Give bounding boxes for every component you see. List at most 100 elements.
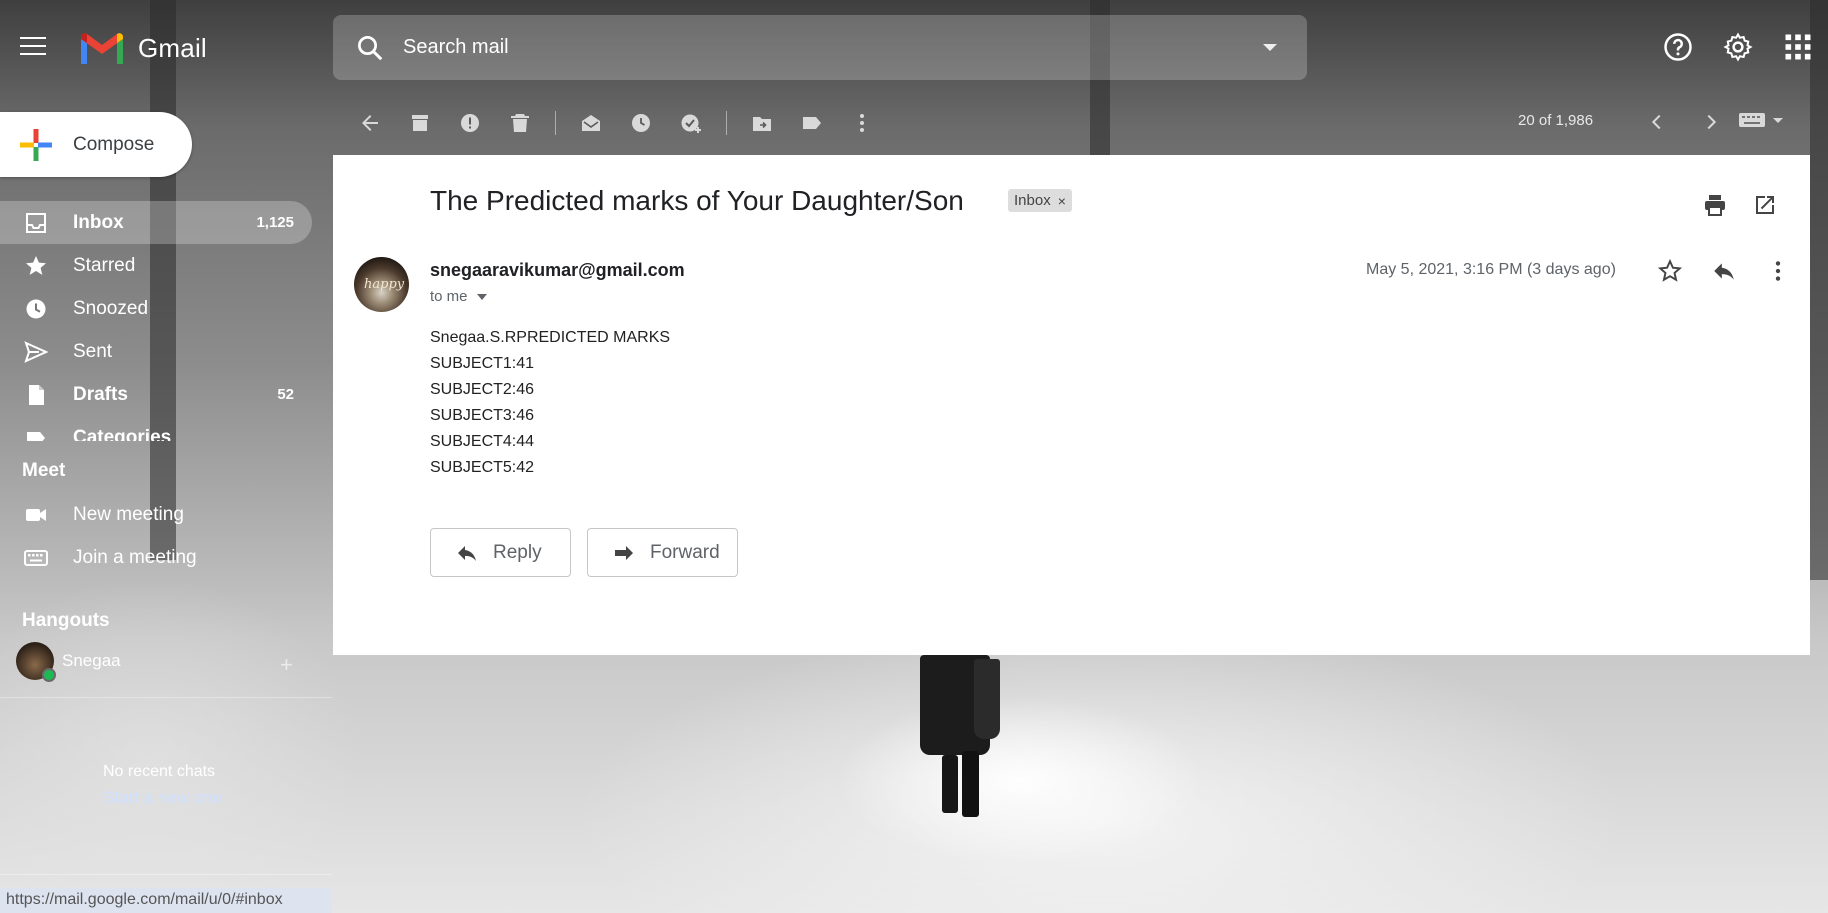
settings-button[interactable] <box>1708 24 1768 70</box>
message-body-line: SUBJECT4:44 <box>430 433 535 450</box>
reply-label: Reply <box>493 541 542 563</box>
no-recent-chats-text: No recent chats <box>103 763 216 780</box>
older-button[interactable] <box>1684 104 1738 140</box>
search-options-icon[interactable] <box>1263 44 1277 51</box>
sidebar-item-label: Categories <box>73 426 172 442</box>
input-tools-button[interactable] <box>1738 110 1784 130</box>
trash-icon <box>511 114 529 132</box>
sidebar-item-drafts[interactable]: Drafts 52 <box>0 373 312 416</box>
sidebar-item-snoozed[interactable]: Snoozed <box>0 287 312 330</box>
reply-icon <box>1714 263 1734 280</box>
chevron-down-icon <box>476 293 487 300</box>
search-input[interactable] <box>403 36 1263 59</box>
keyboard-icon <box>1739 113 1765 127</box>
report-spam-button[interactable] <box>445 105 495 141</box>
video-icon <box>26 508 46 521</box>
label-icon <box>803 117 821 129</box>
sidebar-folder-list: Inbox 1,125 Starred Snoozed Sent Drafts … <box>0 201 312 441</box>
new-conversation-button[interactable]: + <box>280 652 293 678</box>
meet-heading: Meet <box>22 460 66 481</box>
sidebar-item-label: Inbox <box>73 211 124 233</box>
message-body-line: SUBJECT1:41 <box>430 355 535 372</box>
sidebar-nav: Inbox 1,125 Starred Snoozed Sent Drafts … <box>0 201 312 441</box>
help-icon <box>1664 33 1692 61</box>
move-to-icon <box>753 117 771 131</box>
search-bar[interactable] <box>333 15 1307 80</box>
forward-label: Forward <box>650 541 720 563</box>
label-icon <box>27 431 45 441</box>
reply-button[interactable]: Reply <box>430 528 571 577</box>
open-in-new-window-button[interactable] <box>1740 189 1790 221</box>
message-body-line: SUBJECT2:46 <box>430 381 535 398</box>
toolbar-divider <box>726 111 727 135</box>
message-toolbar <box>345 105 887 141</box>
search-icon[interactable] <box>355 33 385 63</box>
delete-button[interactable] <box>495 105 545 141</box>
main-menu-icon[interactable] <box>20 37 46 57</box>
newer-button[interactable] <box>1630 104 1684 140</box>
compose-button[interactable]: Compose <box>0 112 192 177</box>
snooze-button[interactable] <box>616 105 666 141</box>
message-body-line: SUBJECT5:42 <box>430 459 535 476</box>
avatar-text: happy <box>364 277 405 292</box>
reply-icon-button[interactable] <box>1697 253 1751 289</box>
star-outline-icon <box>1657 258 1683 282</box>
mark-unread-button[interactable] <box>566 105 616 141</box>
sidebar-item-sent[interactable]: Sent <box>0 330 312 373</box>
sidebar-item-inbox[interactable]: Inbox 1,125 <box>0 201 312 244</box>
more-vert-icon <box>1775 261 1781 281</box>
start-new-chat-link[interactable]: Start a new one <box>103 788 222 808</box>
toolbar-divider <box>555 111 556 135</box>
gmail-logo[interactable]: Gmail <box>78 30 207 66</box>
apps-grid-icon <box>1785 34 1811 60</box>
new-meeting-item[interactable]: New meeting <box>0 493 312 536</box>
inbox-label-chip[interactable]: Inbox × <box>1008 189 1072 212</box>
sidebar-item-label: Sent <box>73 340 113 362</box>
divider <box>0 874 332 875</box>
recipient-text: to me <box>430 288 468 305</box>
help-button[interactable] <box>1648 24 1708 70</box>
clock-icon <box>26 299 46 318</box>
join-meeting-item[interactable]: Join a meeting <box>0 536 312 579</box>
message-body: Snegaa.S.RPREDICTED MARKS SUBJECT1:41 SU… <box>430 325 670 481</box>
forward-button[interactable]: Forward <box>587 528 738 577</box>
gmail-m-icon <box>81 33 123 64</box>
hangouts-user[interactable]: Snegaa <box>16 642 121 682</box>
forward-icon <box>615 545 633 560</box>
mark-unread-icon <box>582 115 600 131</box>
labels-button[interactable] <box>787 105 837 141</box>
add-to-tasks-button[interactable] <box>666 105 716 141</box>
sidebar-item-label: Snoozed <box>73 297 149 319</box>
open-in-new-icon <box>1756 196 1774 214</box>
sidebar-item-starred[interactable]: Starred <box>0 244 312 287</box>
back-button[interactable] <box>345 105 395 141</box>
message-date: May 5, 2021, 3:16 PM (3 days ago) <box>1366 261 1616 278</box>
browser-status-url: https://mail.google.com/mail/u/0/#inbox <box>0 888 332 913</box>
print-icon <box>1705 195 1725 216</box>
background-walking-person <box>912 655 1002 820</box>
meet-item-label: New meeting <box>73 503 184 525</box>
draft-count: 52 <box>277 386 294 403</box>
report-spam-icon <box>461 114 479 132</box>
message-more-button[interactable] <box>1751 253 1805 289</box>
remove-label-icon[interactable]: × <box>1058 193 1066 209</box>
more-button[interactable] <box>837 105 887 141</box>
apps-button[interactable] <box>1768 24 1828 70</box>
sender-email[interactable]: snegaaravikumar@gmail.com <box>430 260 685 281</box>
sender-avatar[interactable]: happy <box>354 257 409 312</box>
back-arrow-icon <box>362 115 378 131</box>
star-button[interactable] <box>1643 253 1697 289</box>
message-body-line: SUBJECT3:46 <box>430 407 535 424</box>
move-to-button[interactable] <box>737 105 787 141</box>
recipient-details-toggle[interactable]: to me <box>430 288 487 305</box>
chevron-right-icon <box>1707 114 1717 130</box>
unread-count: 1,125 <box>256 214 294 231</box>
message-view: The Predicted marks of Your Daughter/Son… <box>333 155 1810 655</box>
sidebar-item-categories[interactable]: Categories <box>0 416 312 441</box>
reply-icon <box>458 545 476 561</box>
print-all-button[interactable] <box>1690 189 1740 221</box>
gear-icon <box>1723 32 1753 62</box>
top-bar: Gmail <box>0 0 1828 96</box>
archive-button[interactable] <box>395 105 445 141</box>
message-subject: The Predicted marks of Your Daughter/Son <box>430 185 964 216</box>
